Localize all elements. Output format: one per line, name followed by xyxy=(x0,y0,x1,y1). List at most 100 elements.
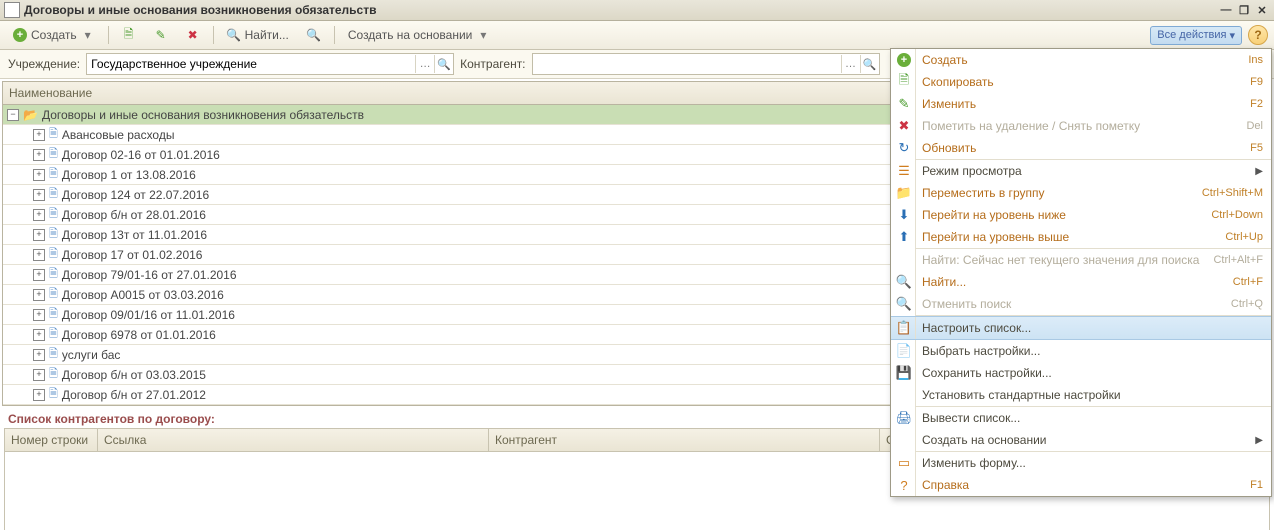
menu-help[interactable]: ?СправкаF1 xyxy=(891,474,1271,496)
arrow-up-icon: ⬆ xyxy=(893,226,916,248)
maximize-button[interactable]: ❐ xyxy=(1236,3,1252,17)
expand-icon[interactable]: + xyxy=(33,189,45,201)
row-label: Договор 1 от 13.08.2016 xyxy=(62,168,196,182)
expand-icon[interactable]: + xyxy=(33,309,45,321)
toolbar: + Создать ▾ 🗎 ✎ ✖ 🔍 Найти... 🔍 Создать н… xyxy=(0,21,1274,50)
document-icon: 🗎 xyxy=(49,285,58,304)
sub-col-link[interactable]: Ссылка xyxy=(98,429,489,451)
menu-find[interactable]: 🔍Найти...Ctrl+F xyxy=(891,271,1271,293)
row-label: Договор 02-16 от 01.01.2016 xyxy=(62,148,220,162)
document-icon: 🗎 xyxy=(49,365,58,384)
expand-icon[interactable]: + xyxy=(33,249,45,261)
document-icon: 🗎 xyxy=(49,205,58,224)
find-button[interactable]: 🔍 Найти... xyxy=(220,25,296,45)
row-label: Договор б/н от 27.01.2012 xyxy=(62,388,206,402)
collapse-icon[interactable]: − xyxy=(7,109,19,121)
magnifier-icon[interactable]: 🔍 xyxy=(434,55,453,73)
window-title: Договоры и иные основания возникновения … xyxy=(24,3,377,17)
separator xyxy=(213,26,214,44)
menu-create-based[interactable]: Создать на основании▶ xyxy=(891,429,1271,451)
cancel-find-button[interactable]: 🔍 xyxy=(300,25,328,45)
menu-level-down[interactable]: ⬇Перейти на уровень нижеCtrl+Down xyxy=(891,204,1271,226)
settings-list-icon: 📋 xyxy=(893,317,916,339)
document-icon: 🗎 xyxy=(49,185,58,204)
menu-view-mode[interactable]: ☰Режим просмотра▶ xyxy=(891,160,1271,182)
cross-icon: ✖ xyxy=(893,115,916,137)
expand-icon[interactable]: + xyxy=(33,389,45,401)
separator xyxy=(334,26,335,44)
help-icon: ? xyxy=(893,474,916,496)
sub-col-number[interactable]: Номер строки xyxy=(5,429,98,451)
menu-level-up[interactable]: ⬆Перейти на уровень вышеCtrl+Up xyxy=(891,226,1271,248)
document-icon: 🗎 xyxy=(49,345,58,364)
expand-icon[interactable]: + xyxy=(33,209,45,221)
menu-create[interactable]: +СоздатьIns xyxy=(891,49,1271,71)
row-label: Договор А0015 от 03.03.2016 xyxy=(62,288,224,302)
minimize-button[interactable]: — xyxy=(1218,3,1234,17)
institution-input[interactable] xyxy=(87,55,415,73)
magnifier-cancel-icon: 🔍 xyxy=(307,28,321,42)
menu-refresh[interactable]: ↻ОбновитьF5 xyxy=(891,137,1271,159)
form-icon: ▭ xyxy=(893,452,916,474)
expand-icon[interactable]: + xyxy=(33,169,45,181)
submenu-arrow-icon: ▶ xyxy=(1255,435,1263,446)
expand-icon[interactable]: + xyxy=(33,269,45,281)
all-actions-label: Все действия xyxy=(1157,29,1226,41)
gear-list-icon: 📄 xyxy=(893,340,916,362)
all-actions-button[interactable]: Все действия ▾ xyxy=(1150,26,1242,45)
row-label: Авансовые расходы xyxy=(62,128,175,142)
menu-output-list[interactable]: 🖨Вывести список... xyxy=(891,407,1271,429)
row-label: Договор 13т от 11.01.2016 xyxy=(62,228,207,242)
menu-edit[interactable]: ✎ИзменитьF2 xyxy=(891,93,1271,115)
institution-field[interactable]: … 🔍 xyxy=(86,53,454,75)
counterparty-input[interactable] xyxy=(533,55,841,73)
expand-icon[interactable]: + xyxy=(33,329,45,341)
expand-icon[interactable]: + xyxy=(33,369,45,381)
empty-icon xyxy=(893,429,916,451)
document-icon: 🗎 xyxy=(49,385,58,404)
document-icon: 🗎 xyxy=(49,265,58,284)
counterparty-field[interactable]: … 🔍 xyxy=(532,53,880,75)
expand-icon[interactable]: + xyxy=(33,149,45,161)
save-icon: 💾 xyxy=(893,362,916,384)
dots-button[interactable]: … xyxy=(415,55,434,73)
menu-copy[interactable]: 🗎СкопироватьF9 xyxy=(891,71,1271,93)
expand-icon[interactable]: + xyxy=(33,229,45,241)
document-icon: 🗎 xyxy=(49,305,58,324)
magnifier-icon: 🔍 xyxy=(227,28,241,42)
magnifier-cancel-icon: 🔍 xyxy=(893,293,916,315)
menu-default-settings[interactable]: Установить стандартные настройки xyxy=(891,384,1271,406)
copy-doc-button[interactable]: 🗎 xyxy=(115,25,143,45)
sub-col-counterparty[interactable]: Контрагент xyxy=(489,429,880,451)
edit-button[interactable]: ✎ xyxy=(147,25,175,45)
cross-icon: ✖ xyxy=(186,28,200,42)
help-button[interactable]: ? xyxy=(1248,25,1268,45)
dropdown-icon: ▾ xyxy=(1229,29,1235,42)
create-button[interactable]: + Создать ▾ xyxy=(6,25,102,45)
menu-cancel-find: 🔍Отменить поискCtrl+Q xyxy=(891,293,1271,315)
empty-icon xyxy=(893,249,916,271)
menu-choose-settings[interactable]: 📄Выбрать настройки... xyxy=(891,340,1271,362)
document-icon: 🗎 xyxy=(49,325,58,344)
expand-icon[interactable]: + xyxy=(33,129,45,141)
create-based-button[interactable]: Создать на основании ▾ xyxy=(341,25,498,45)
window-controls: — ❐ ✕ xyxy=(1218,3,1270,17)
row-label: услуги бас xyxy=(62,348,121,362)
expand-icon[interactable]: + xyxy=(33,349,45,361)
plus-circle-icon: + xyxy=(13,28,27,42)
counterparty-label: Контрагент: xyxy=(460,57,525,71)
document-icon: 🗎 xyxy=(49,145,58,164)
menu-move-group[interactable]: 📁Переместить в группуCtrl+Shift+M xyxy=(891,182,1271,204)
pencil-icon: ✎ xyxy=(893,93,916,115)
menu-save-settings[interactable]: 💾Сохранить настройки... xyxy=(891,362,1271,384)
menu-configure-list[interactable]: 📋Настроить список... xyxy=(891,316,1271,340)
dots-button[interactable]: … xyxy=(841,55,860,73)
titlebar: Договоры и иные основания возникновения … xyxy=(0,0,1274,21)
document-icon: 🗎 xyxy=(49,125,58,144)
close-button[interactable]: ✕ xyxy=(1254,3,1270,17)
mark-delete-button[interactable]: ✖ xyxy=(179,25,207,45)
magnifier-icon[interactable]: 🔍 xyxy=(860,55,879,73)
menu-edit-form[interactable]: ▭Изменить форму... xyxy=(891,452,1271,474)
expand-icon[interactable]: + xyxy=(33,289,45,301)
create-label: Создать xyxy=(31,28,77,42)
